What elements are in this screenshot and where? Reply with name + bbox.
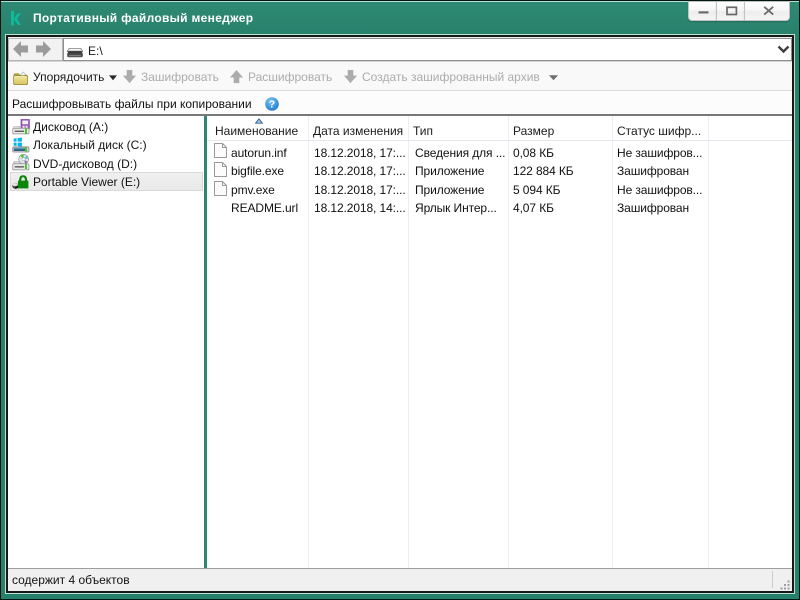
- svg-text:?: ?: [269, 99, 275, 111]
